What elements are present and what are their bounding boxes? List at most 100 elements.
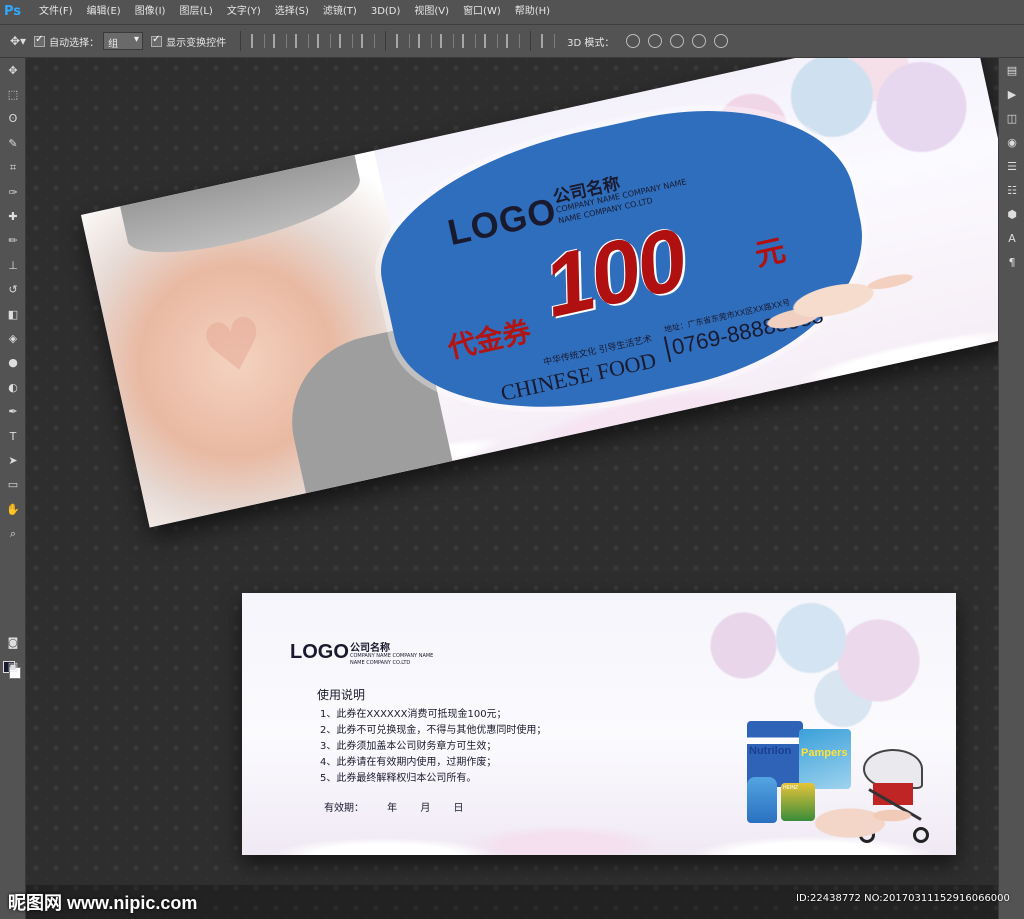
menu-bar: Ps 文件(F) 编辑(E) 图像(I) 图层(L) 文字(Y) 选择(S) 滤… <box>0 0 1024 24</box>
history-panel-icon[interactable]: ▤ <box>999 58 1024 82</box>
screen-mode-icon[interactable]: ▣ <box>0 654 26 678</box>
logo-text: LOGO <box>290 641 349 663</box>
distribute-left-icon[interactable] <box>462 34 477 48</box>
lasso-tool-icon[interactable]: ʘ <box>0 107 26 131</box>
dodge-tool-icon[interactable]: ◐ <box>0 375 26 399</box>
product-label: Nutrilon <box>749 745 792 757</box>
company-name-en-line1: COMPANY NAME COMPANY NAME <box>350 653 434 659</box>
tools-panel: ✥ ⬚ ʘ ✎ ⌗ ✑ ✚ ✏ ⊥ ↺ ◧ ◈ ● ◐ ✒ T ➤ ▭ ✋ ⌕ … <box>0 58 26 919</box>
history-brush-tool-icon[interactable]: ↺ <box>0 278 26 302</box>
clone-stamp-tool-icon[interactable]: ⊥ <box>0 253 26 277</box>
menu-select[interactable]: 选择(S) <box>268 0 316 24</box>
scale-3d-icon[interactable] <box>714 34 729 48</box>
separator <box>530 31 532 51</box>
auto-select-checkbox[interactable] <box>34 34 46 47</box>
3d-panel-icon[interactable]: ⬢ <box>999 202 1024 226</box>
slide-3d-icon[interactable] <box>692 34 707 48</box>
baby-photo <box>802 793 922 843</box>
pen-tool-icon[interactable]: ✒ <box>0 399 26 423</box>
color-panel-icon[interactable]: ◉ <box>999 130 1024 154</box>
paint-bucket-tool-icon[interactable]: ◈ <box>0 326 26 350</box>
distribute-bottom-icon[interactable] <box>440 34 455 48</box>
menu-type[interactable]: 文字(Y) <box>220 0 268 24</box>
watermark-site: 昵图网 www.nipic.com <box>8 893 198 913</box>
separator <box>385 31 387 51</box>
list-item: 5、此券最终解释权归本公司所有。 <box>320 773 477 784</box>
separator <box>240 31 242 51</box>
type-tool-icon[interactable]: T <box>0 424 26 448</box>
panel-dock: ▤ ▶ ◫ ◉ ☰ ☷ ⬢ A ¶ <box>998 58 1024 919</box>
mode-3d-label: 3D 模式： <box>567 37 615 49</box>
drag-3d-icon[interactable] <box>670 34 685 48</box>
list-item: 3、此券须加盖本公司财务章方可生效； <box>320 741 497 752</box>
brush-tool-icon[interactable]: ✏ <box>0 229 26 253</box>
eyedropper-tool-icon[interactable]: ✑ <box>0 180 26 204</box>
voucher-front: ♥ LOGO 公司名称 COMPANY NAME COMPANY NAME NA… <box>81 58 998 528</box>
character-panel-icon[interactable]: A <box>999 226 1024 250</box>
menu-window[interactable]: 窗口(W) <box>456 0 508 24</box>
photoshop-window: Ps 文件(F) 编辑(E) 图像(I) 图层(L) 文字(Y) 选择(S) 滤… <box>0 0 1024 919</box>
rotate-3d-icon[interactable] <box>626 34 641 48</box>
zoom-tool-icon[interactable]: ⌕ <box>0 521 26 545</box>
show-transform-checkbox[interactable] <box>151 34 163 47</box>
validity-text: 有效期： 年 月 日 <box>324 803 464 814</box>
healing-brush-tool-icon[interactable]: ✚ <box>0 204 26 228</box>
list-item: 1、此券在XXXXXX消费可抵现金100元； <box>320 709 507 720</box>
auto-align-icon[interactable] <box>541 34 556 48</box>
show-transform-label: 显示变换控件 <box>166 37 227 49</box>
align-left-icon[interactable] <box>317 34 332 48</box>
path-select-tool-icon[interactable]: ➤ <box>0 448 26 472</box>
product-label: HEINZ <box>783 785 798 791</box>
layer-comps-icon[interactable]: ◫ <box>999 106 1024 130</box>
menu-layer[interactable]: 图层(L) <box>172 0 219 24</box>
shape-tool-icon[interactable]: ▭ <box>0 473 26 497</box>
product-label: Pampers <box>801 747 848 759</box>
hand-tool-icon[interactable]: ✋ <box>0 497 26 521</box>
quick-mask-icon[interactable]: ◙ <box>0 630 26 654</box>
distribute-vcenter-icon[interactable] <box>418 34 433 48</box>
align-bottom-icon[interactable] <box>295 34 310 48</box>
menu-filter[interactable]: 滤镜(T) <box>316 0 364 24</box>
menu-image[interactable]: 图像(I) <box>128 0 173 24</box>
distribute-top-icon[interactable] <box>396 34 411 48</box>
align-vcenter-icon[interactable] <box>273 34 288 48</box>
marquee-tool-icon[interactable]: ⬚ <box>0 82 26 106</box>
company-name: 公司名称 <box>350 643 390 654</box>
auto-select-dropdown[interactable]: 组 <box>103 32 144 50</box>
instructions-list: 1、此券在XXXXXX消费可抵现金100元； 2、此券不可兑换现金，不得与其他优… <box>320 707 546 787</box>
roll-3d-icon[interactable] <box>648 34 663 48</box>
menu-view[interactable]: 视图(V) <box>407 0 456 24</box>
show-transform-option[interactable]: 显示变换控件 <box>151 34 226 49</box>
properties-panel-icon[interactable]: ☷ <box>999 178 1024 202</box>
list-item: 2、此券不可兑换现金，不得与其他优惠同时使用； <box>320 725 547 736</box>
move-tool-preset[interactable]: ✥▾ <box>10 34 26 48</box>
auto-select-option[interactable]: 自动选择： 组 <box>34 32 144 50</box>
document-canvas[interactable]: ♥ LOGO 公司名称 COMPANY NAME COMPANY NAME NA… <box>26 58 998 919</box>
align-hcenter-icon[interactable] <box>339 34 354 48</box>
list-item: 4、此券请在有效期内使用，过期作废； <box>320 757 497 768</box>
align-top-icon[interactable] <box>251 34 266 48</box>
quick-select-tool-icon[interactable]: ✎ <box>0 131 26 155</box>
diaper-box: Pampers <box>799 729 851 789</box>
align-right-icon[interactable] <box>361 34 376 48</box>
paragraph-panel-icon[interactable]: ¶ <box>999 250 1024 274</box>
baby-bottle <box>747 777 777 823</box>
eraser-tool-icon[interactable]: ◧ <box>0 302 26 326</box>
menu-edit[interactable]: 编辑(E) <box>80 0 128 24</box>
move-icon: ✥▾ <box>10 34 27 48</box>
distribute-right-icon[interactable] <box>506 34 521 48</box>
photoshop-logo: Ps <box>4 4 22 19</box>
menu-help[interactable]: 帮助(H) <box>508 0 557 24</box>
crop-tool-icon[interactable]: ⌗ <box>0 156 26 180</box>
blur-tool-icon[interactable]: ● <box>0 351 26 375</box>
actions-panel-icon[interactable]: ▶ <box>999 82 1024 106</box>
company-name-en: COMPANY NAME COMPANY NAME NAME COMPANY C… <box>350 653 450 667</box>
mode-3d-group: 3D 模式： <box>567 34 614 49</box>
menu-3d[interactable]: 3D(D) <box>364 0 408 24</box>
adjustments-panel-icon[interactable]: ☰ <box>999 154 1024 178</box>
menu-file[interactable]: 文件(F) <box>32 0 80 24</box>
move-tool-icon[interactable]: ✥ <box>0 58 26 82</box>
auto-select-label: 自动选择： <box>49 37 100 49</box>
heart-hands-icon: ♥ <box>194 299 274 393</box>
distribute-hcenter-icon[interactable] <box>484 34 499 48</box>
